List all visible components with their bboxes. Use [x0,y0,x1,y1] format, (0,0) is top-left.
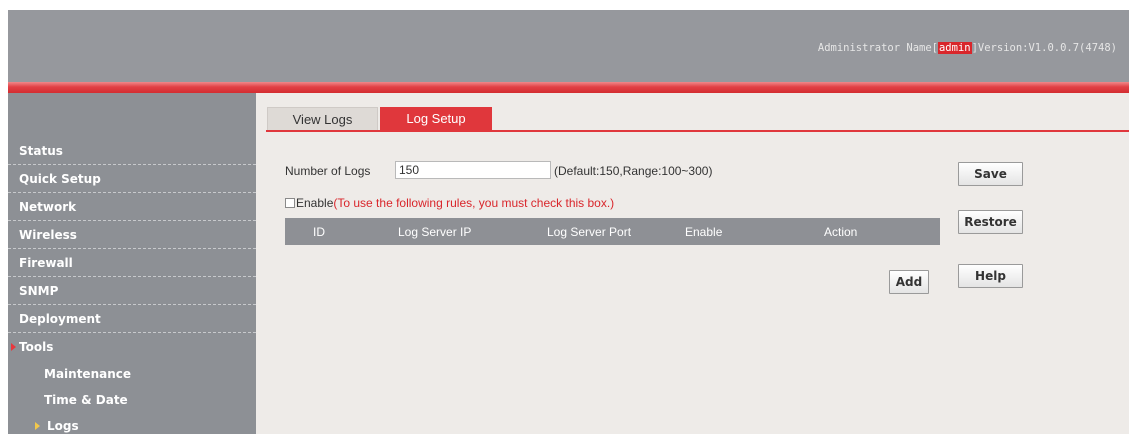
col-id: ID [313,225,325,239]
admin-name: admin [937,42,972,54]
admin-prefix: Administrator Name[ [817,42,938,54]
sidebar-item-label: Logs [47,419,79,433]
sidebar-item-label: Quick Setup [19,172,101,186]
expanded-arrow-icon [11,343,16,351]
number-of-logs-label: Number of Logs [285,164,371,178]
header-bar: Administrator Name[admin]Version:V1.0.0.… [8,10,1129,82]
sidebar-item-label: Firewall [19,256,73,270]
sidebar-item-quick-setup[interactable]: Quick Setup [8,166,256,193]
sidebar-item-label: Network [19,200,77,214]
tab-view-logs[interactable]: View Logs [267,107,378,131]
sidebar-item-deployment[interactable]: Deployment [8,306,256,333]
sidebar-item-label: Tools [19,340,54,354]
tab-log-setup[interactable]: Log Setup [380,107,492,131]
number-of-logs-hint: (Default:150,Range:100~300) [554,164,713,178]
router-admin-window: Administrator Name[admin]Version:V1.0.0.… [8,10,1129,434]
selected-arrow-icon [35,422,40,430]
sidebar-item-label: SNMP [19,284,59,298]
sidebar-item-firewall[interactable]: Firewall [8,250,256,277]
help-button[interactable]: Help [958,264,1023,288]
save-button[interactable]: Save [958,162,1023,186]
sidebar-item-network[interactable]: Network [8,194,256,221]
col-log-server-ip: Log Server IP [398,225,472,239]
sidebar-subitem-maintenance[interactable]: Maintenance [8,361,256,388]
col-log-server-port: Log Server Port [547,225,632,239]
version-text: ]Version:V1.0.0.7(4748) [971,42,1117,54]
sidebar-item-tools[interactable]: Tools [8,334,256,361]
sidebar-item-label: Time & Date [44,393,128,407]
sidebar-item-wireless[interactable]: Wireless [8,222,256,249]
enable-note: (To use the following rules, you must ch… [333,196,615,210]
admin-version-info: Administrator Name[admin]Version:V1.0.0.… [818,42,1117,54]
enable-label: Enable [296,196,334,210]
number-of-logs-input[interactable] [395,161,551,179]
sidebar: Status Quick Setup Network Wireless Fire… [8,93,256,434]
sidebar-subitem-time-date[interactable]: Time & Date [8,387,256,414]
tab-underline [266,130,1129,132]
col-enable: Enable [685,225,723,239]
restore-button[interactable]: Restore [958,210,1023,234]
sidebar-subitem-logs[interactable]: Logs [8,413,256,440]
sidebar-item-snmp[interactable]: SNMP [8,278,256,305]
col-action: Action [824,225,858,239]
sidebar-item-label: Status [19,144,63,158]
sidebar-item-label: Wireless [19,228,77,242]
enable-checkbox[interactable] [285,198,295,208]
sidebar-item-label: Maintenance [44,367,132,381]
header-accent-stripe [8,82,1129,93]
enable-row: Enable(To use the following rules, you m… [285,196,614,210]
add-button[interactable]: Add [889,270,929,294]
sidebar-item-label: Deployment [19,312,101,326]
log-server-table-header: ID Log Server IP Log Server Port Enable … [285,218,940,245]
main-content: View Logs Log Setup Number of Logs (Defa… [256,93,1129,434]
sidebar-item-status[interactable]: Status [8,138,256,165]
